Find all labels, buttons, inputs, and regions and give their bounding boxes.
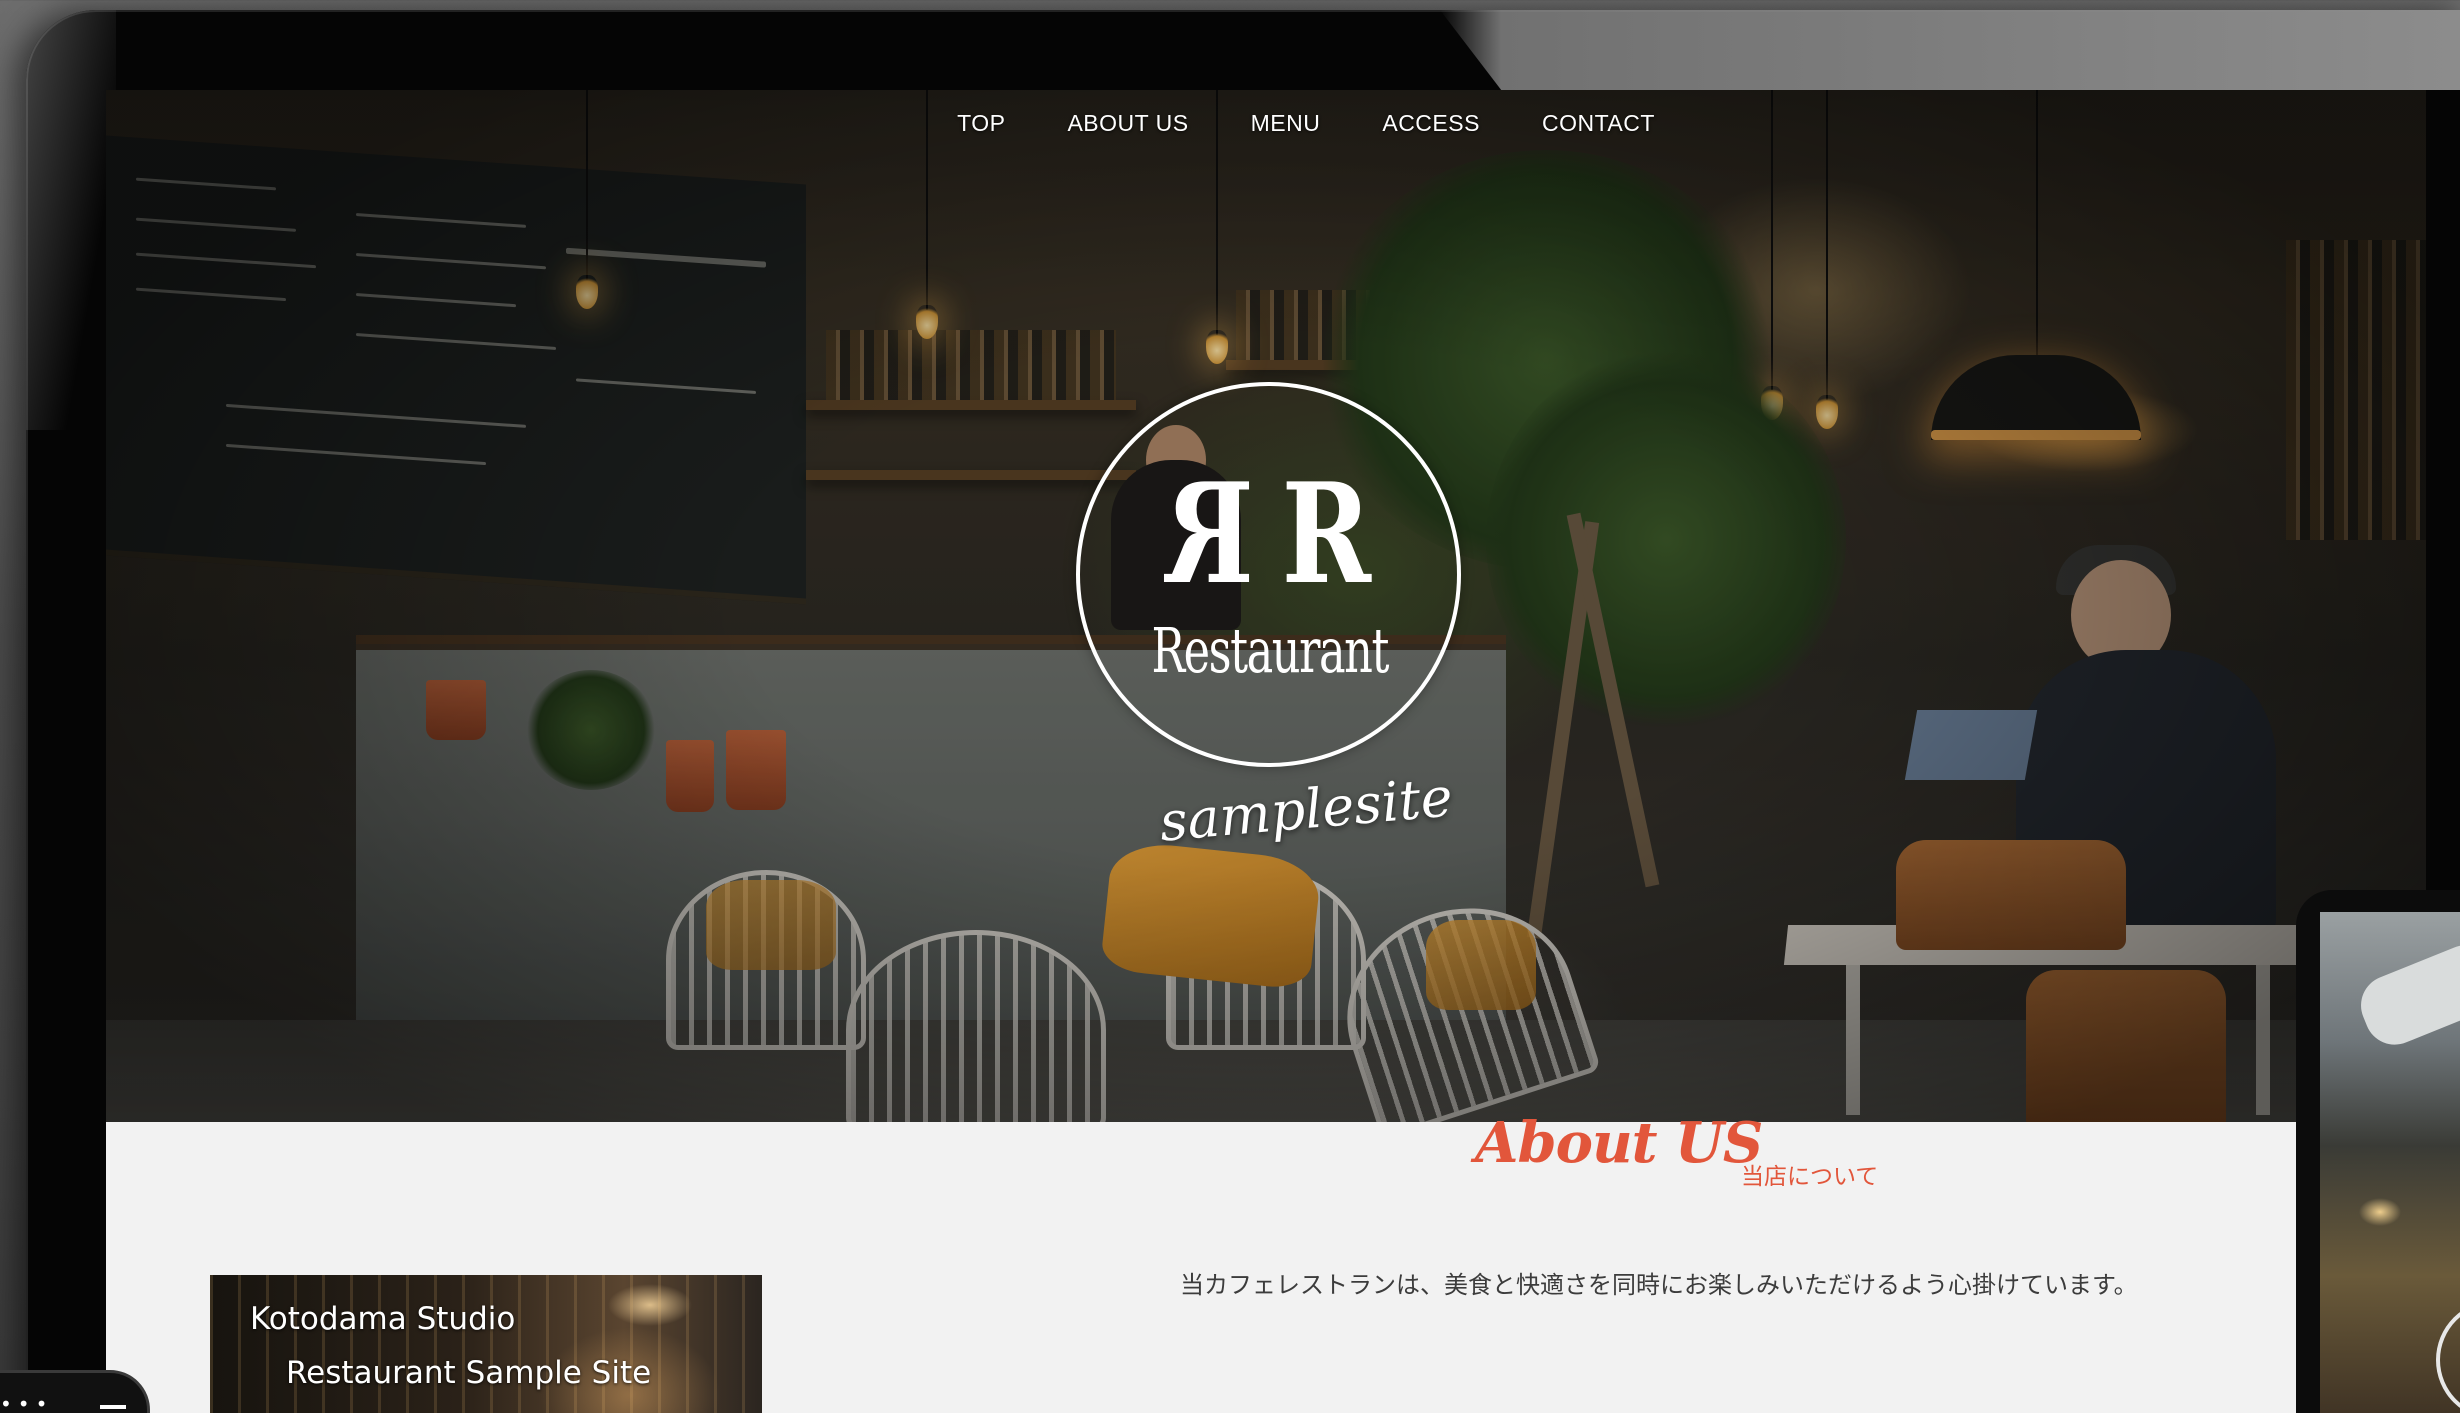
site-thumbnail: Kotodama Studio Restaurant Sample Site [210, 1275, 762, 1413]
nav-access[interactable]: ACCESS [1382, 110, 1480, 137]
thumbnail-studio-name: Kotodama Studio [250, 1301, 516, 1337]
logo-wordmark: Restaurant [1151, 614, 1390, 687]
thumbnail-site-name: Restaurant Sample Site [286, 1355, 652, 1391]
phone-status-bar [100, 1405, 126, 1409]
about-subheading: 当店について [1741, 1164, 1879, 1190]
rr-monogram-logo: RR [1164, 452, 1372, 615]
bezel-reflection [26, 10, 116, 430]
nav-contact[interactable]: CONTACT [1542, 110, 1655, 137]
hero-section: TOP ABOUT US MENU ACCESS CONTACT RR Rest… [106, 90, 2426, 1122]
main-nav: TOP ABOUT US MENU ACCESS CONTACT [106, 90, 2426, 138]
about-body-text: 当カフェレストランは、美食と快適さを同時にお楽しみいただけるよう心掛けています。 [1180, 1271, 2138, 1299]
nav-menu[interactable]: MENU [1251, 110, 1321, 137]
phone-status-dots: ••• [0, 1392, 54, 1413]
about-heading: About US [1475, 1110, 1763, 1176]
top-glare [1440, 10, 2460, 90]
website-screen: TOP ABOUT US MENU ACCESS CONTACT RR Rest… [106, 90, 2426, 1413]
nav-about-us[interactable]: ABOUT US [1067, 110, 1188, 137]
nav-top[interactable]: TOP [957, 110, 1005, 137]
